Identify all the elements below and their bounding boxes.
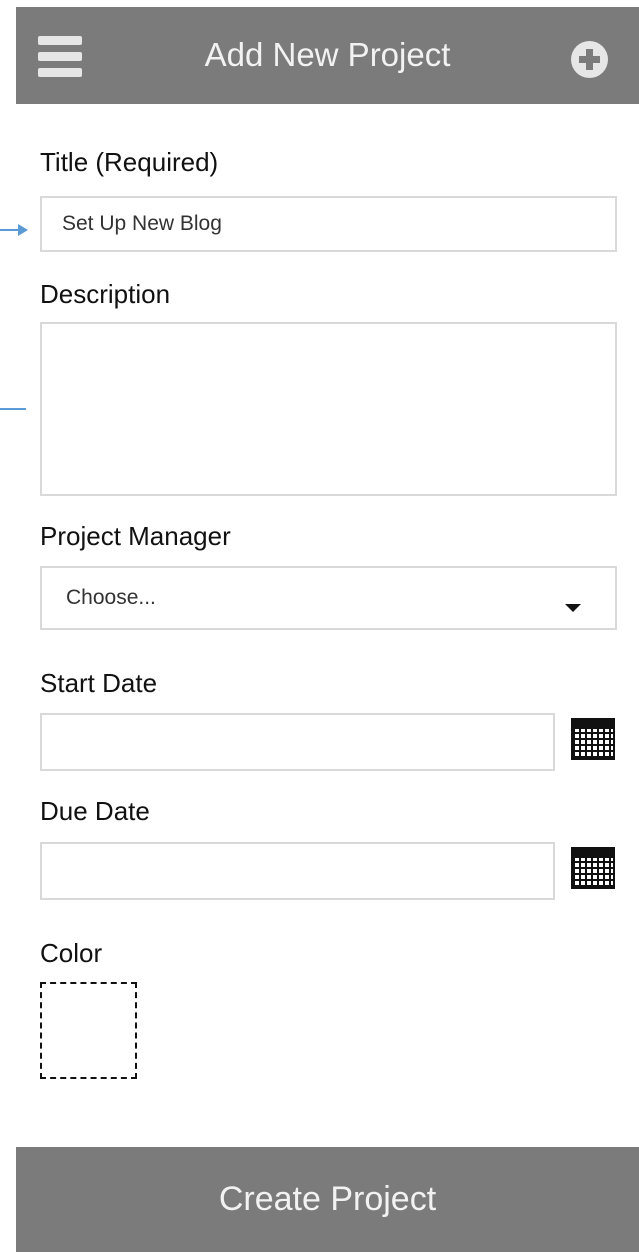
page-title: Add New Project — [204, 36, 451, 73]
due-date-input[interactable] — [40, 842, 555, 900]
chevron-down-icon — [565, 604, 581, 612]
annotation-arrow-title — [0, 229, 20, 231]
add-icon[interactable] — [571, 41, 608, 78]
project-manager-selected: Choose... — [66, 586, 156, 609]
app-header: Add New Project — [16, 7, 639, 104]
annotation-line-description — [0, 408, 26, 410]
project-manager-label: Project Manager — [40, 521, 231, 551]
title-label: Title (Required) — [40, 147, 219, 177]
annotation-arrowhead-title — [18, 224, 28, 236]
description-textarea[interactable] — [40, 322, 617, 496]
create-project-button[interactable]: Create Project — [16, 1147, 639, 1252]
description-label: Description — [40, 279, 171, 309]
hamburger-menu-icon[interactable] — [38, 36, 82, 78]
title-input[interactable] — [40, 196, 617, 252]
due-date-calendar-icon[interactable] — [571, 847, 615, 889]
start-date-label: Start Date — [40, 668, 158, 698]
color-picker-swatch[interactable] — [40, 982, 137, 1079]
start-date-calendar-icon[interactable] — [571, 718, 615, 760]
start-date-input[interactable] — [40, 713, 555, 771]
color-label: Color — [40, 938, 103, 968]
due-date-label: Due Date — [40, 796, 150, 826]
project-manager-select[interactable]: Choose... — [40, 566, 617, 630]
